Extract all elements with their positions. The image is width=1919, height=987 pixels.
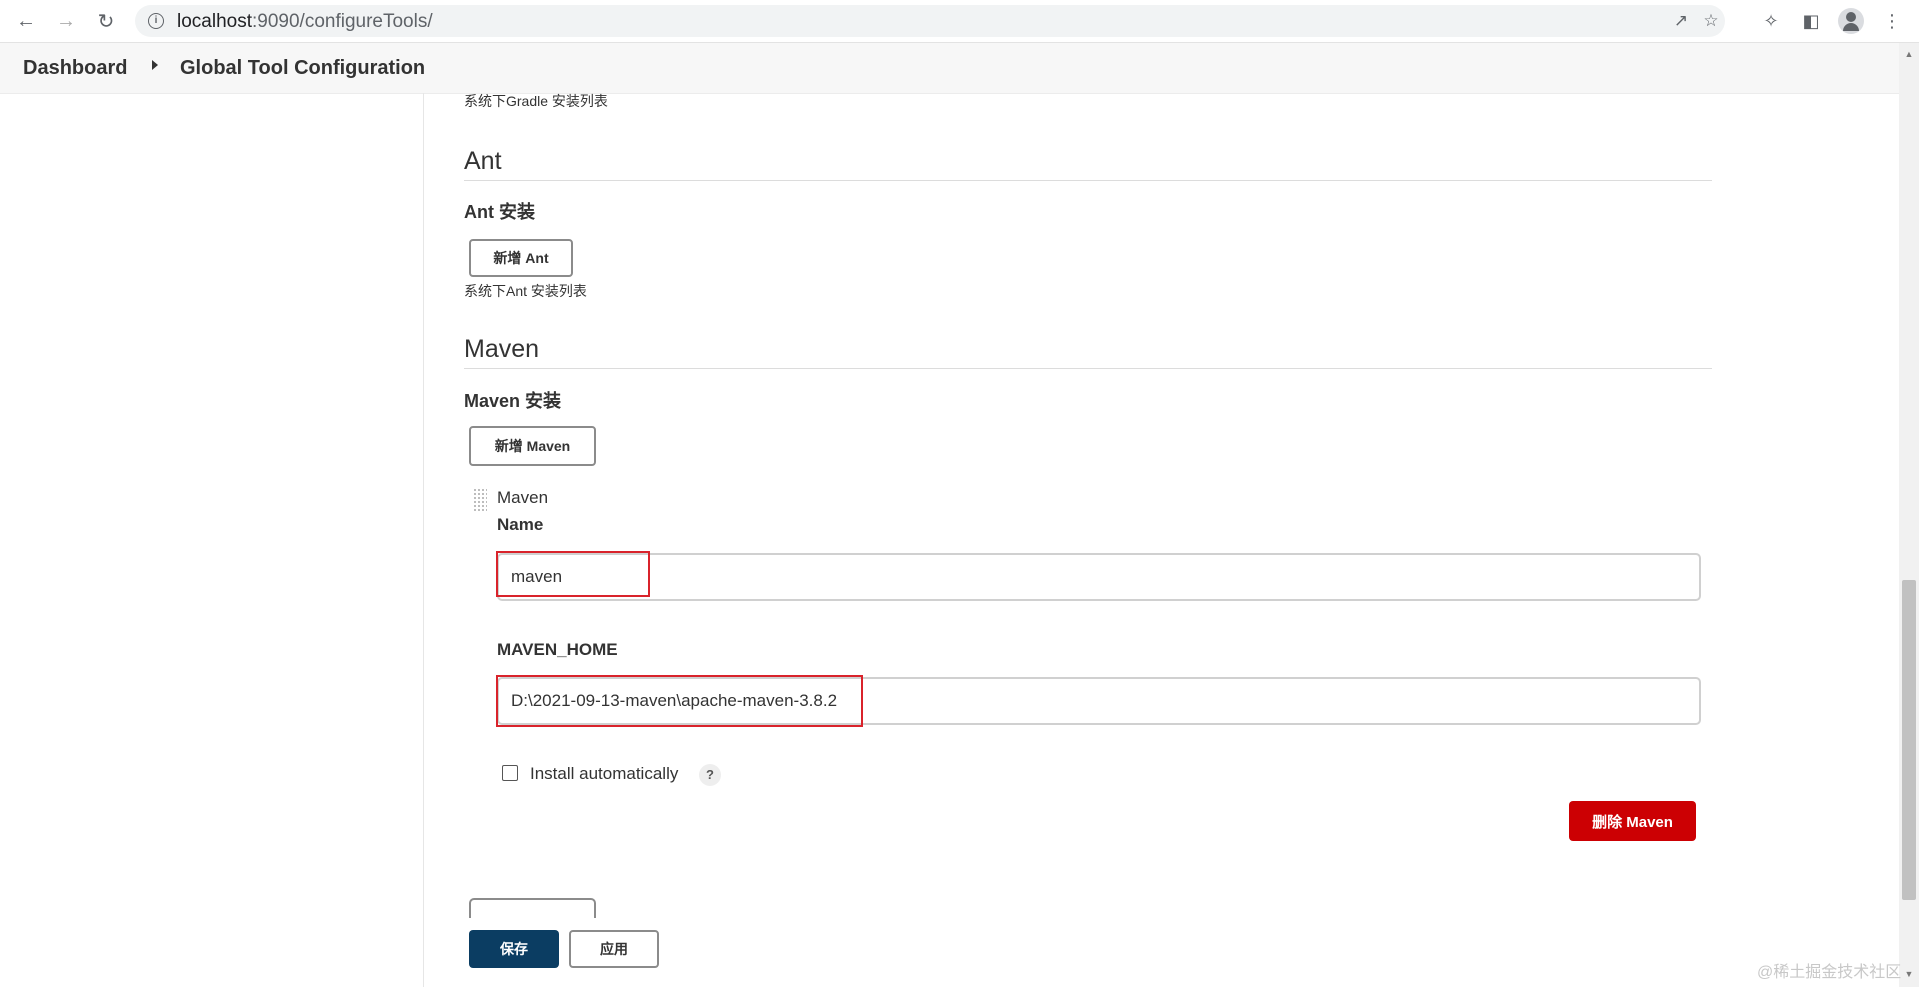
- bookmark-star-icon[interactable]: ☆: [1701, 11, 1721, 31]
- drag-handle-icon[interactable]: [473, 488, 487, 512]
- url-host: localhost: [177, 11, 252, 32]
- scrollbar-thumb[interactable]: [1902, 580, 1916, 900]
- back-icon[interactable]: ←: [14, 9, 38, 33]
- side-panel-icon[interactable]: ◧: [1799, 9, 1823, 33]
- profile-avatar-icon[interactable]: [1838, 8, 1864, 34]
- maven-name-input[interactable]: maven: [497, 553, 1701, 601]
- watermark: @稀土掘金技术社区: [1757, 964, 1902, 981]
- partially-hidden-button[interactable]: [469, 898, 596, 918]
- gradle-description: 系统下Gradle 安装列表: [464, 93, 608, 109]
- maven-section-title: Maven: [464, 335, 540, 363]
- reload-icon[interactable]: ↻: [94, 9, 118, 33]
- more-menu-icon[interactable]: ⋮: [1880, 9, 1904, 33]
- save-button[interactable]: 保存: [469, 930, 559, 968]
- ant-installations-label: Ant 安装: [464, 202, 535, 222]
- ant-divider: [464, 180, 1712, 181]
- extensions-icon[interactable]: ✧: [1759, 9, 1783, 33]
- browser-toolbar: ← → ↻ i localhost:9090/configureTools/ ↗…: [0, 0, 1919, 43]
- maven-entry-header: Maven: [497, 488, 549, 507]
- forward-icon[interactable]: →: [54, 9, 78, 33]
- add-maven-button[interactable]: 新增 Maven: [469, 426, 596, 466]
- name-highlight-box: [496, 551, 650, 597]
- breadcrumb-dashboard[interactable]: Dashboard: [23, 57, 127, 80]
- add-ant-button[interactable]: 新增 Ant: [469, 239, 573, 277]
- delete-maven-button[interactable]: 删除 Maven: [1569, 801, 1696, 841]
- sidebar-divider: [423, 93, 424, 987]
- apply-button[interactable]: 应用: [569, 930, 659, 968]
- install-automatically-label: Install automatically: [530, 764, 679, 783]
- maven-divider: [464, 368, 1712, 369]
- ant-description: 系统下Ant 安装列表: [464, 283, 587, 299]
- install-automatically-checkbox[interactable]: [502, 765, 518, 781]
- breadcrumb: Dashboard Global Tool Configuration: [0, 43, 1899, 94]
- name-label: Name: [497, 515, 544, 534]
- site-info-icon[interactable]: i: [148, 13, 164, 29]
- help-icon[interactable]: ?: [699, 764, 721, 786]
- address-bar[interactable]: i localhost:9090/configureTools/ ↗ ☆: [135, 5, 1725, 37]
- url-text: localhost:9090/configureTools/: [177, 11, 433, 33]
- maven-home-label: MAVEN_HOME: [497, 640, 618, 659]
- ant-section-title: Ant: [464, 147, 502, 175]
- breadcrumb-global-tool-configuration[interactable]: Global Tool Configuration: [180, 57, 425, 80]
- maven-home-highlight-box: [496, 675, 863, 727]
- scroll-down-icon[interactable]: ▼: [1903, 968, 1915, 980]
- url-path: :9090/configureTools/: [252, 11, 433, 32]
- scroll-up-icon[interactable]: ▲: [1903, 48, 1915, 60]
- maven-installations-label: Maven 安装: [464, 391, 562, 411]
- share-icon[interactable]: ↗: [1671, 11, 1691, 31]
- chevron-right-icon[interactable]: [152, 60, 158, 70]
